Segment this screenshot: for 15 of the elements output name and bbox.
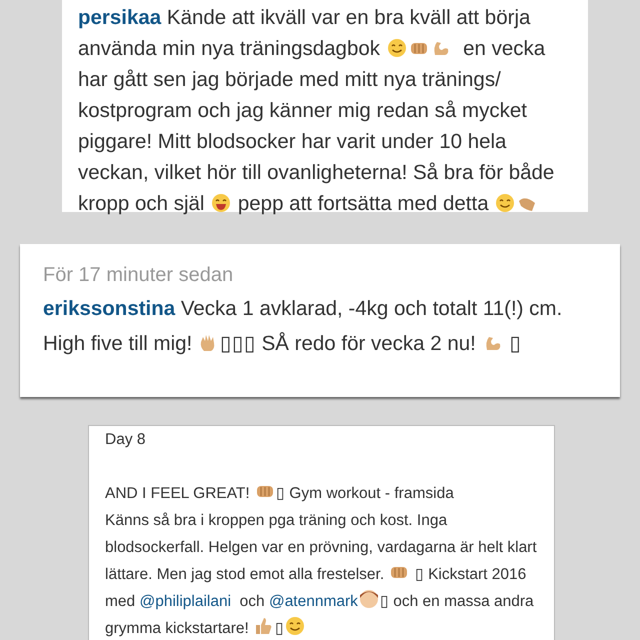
thumbs-up-icon bbox=[254, 616, 274, 636]
smiley-icon bbox=[285, 616, 306, 636]
comment-text: erikssonstina Vecka 1 avklarad, -4kg och totalt 11(!) cm. High five till mig! ▯▯▯ SÅ redo för vecka 2 nu! ▯ bbox=[43, 296, 564, 357]
smiley-icon bbox=[386, 38, 407, 58]
grinning-face-icon bbox=[211, 193, 232, 213]
timestamp: För 17 minuter sedan bbox=[43, 263, 234, 288]
comment-text: AND I FEEL GREAT! ▯ Gym workout - framsida Känns så bra i kroppen pga träning och kost. Inga blodsockerfall. Helgen var en prövning, vardagarna är helt klart lättare. Men jag stod emot alla frestelser. ▯ Kickstart 2016 med @philiplailani och @atennmark ▯ och en massa andra grymma kickstartare! ▯ bbox=[105, 480, 544, 640]
comment-text: persikaa Kände att ikväll var en bra kväll att börja använda min nya träningsdagbok en vecka har gått sen jag började med mitt nya tränings/ kostprogram och jag känner mig redan så mycket piggare! Mitt blodsocker har varit under 10 hela veckan, vilket hör till ovanligheterna! Så bra för både kropp och själ pepp att fortsätta med detta bbox=[78, 5, 556, 217]
mention-link[interactable]: @philiplailani bbox=[139, 593, 232, 610]
mention-link[interactable]: @atennmark bbox=[268, 593, 358, 610]
username-link[interactable]: erikssonstina bbox=[43, 297, 176, 320]
smiley-icon bbox=[495, 193, 516, 213]
post-heading: Day 8 bbox=[105, 430, 146, 450]
person-icon bbox=[358, 589, 379, 609]
username-link[interactable]: persikaa bbox=[78, 6, 162, 29]
